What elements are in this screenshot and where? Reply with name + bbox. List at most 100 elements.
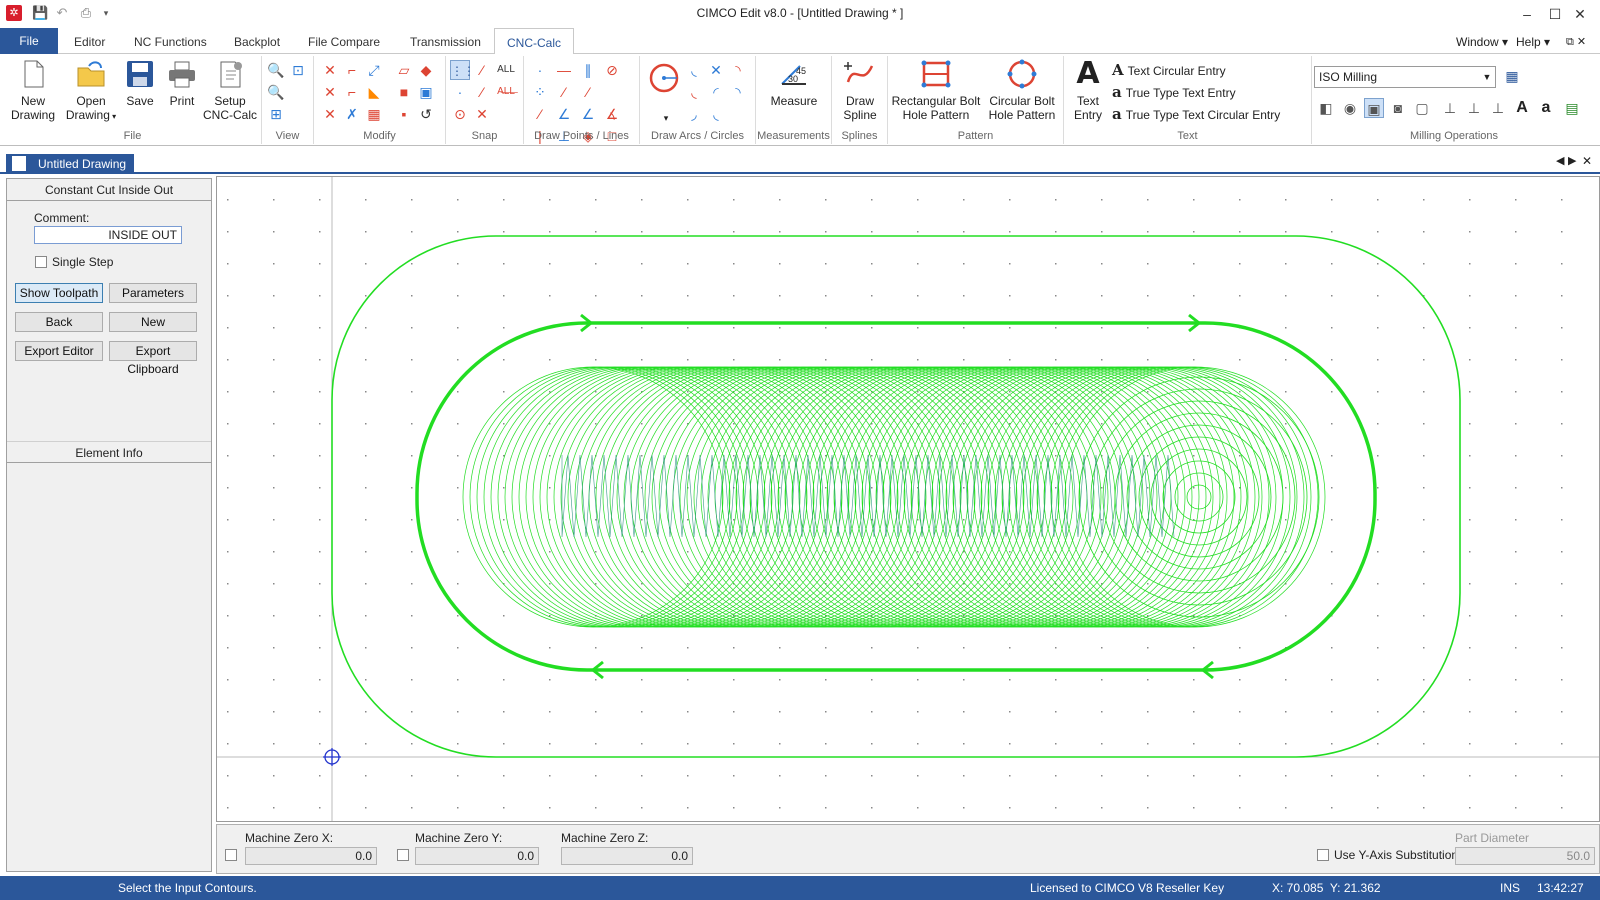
angle-line-icon[interactable]: ∠ — [554, 104, 574, 124]
zoom-window-icon[interactable]: ⊡ — [288, 60, 308, 80]
arc-tangent-icon[interactable]: ◟ — [684, 60, 704, 80]
open-drawing-button[interactable]: Open Drawing ▾ — [64, 58, 118, 124]
machine-zero-y-checkbox[interactable] — [397, 849, 409, 861]
engrave-truetype-icon[interactable]: a — [1536, 98, 1556, 118]
drawing-svg[interactable] — [217, 177, 1599, 821]
milling-settings-icon[interactable]: ▦ — [1502, 66, 1522, 86]
back-button[interactable]: Back — [15, 312, 103, 332]
milling-type-select[interactable]: ISO Milling ▼ — [1314, 66, 1496, 88]
contour-op-icon[interactable]: ◧ — [1316, 98, 1336, 118]
mdi-restore-icon[interactable]: ⧉ ✕ — [1566, 28, 1586, 54]
bisector-icon[interactable]: ∡ — [602, 104, 622, 124]
angle-line-2-icon[interactable]: ∠ — [578, 104, 598, 124]
points-pattern-icon[interactable]: ⁘ — [530, 82, 550, 102]
pocket-island-icon[interactable]: ◙ — [1388, 98, 1408, 118]
save-button[interactable]: Save — [120, 58, 160, 108]
zoom-in-icon[interactable]: 🔍 — [266, 60, 286, 80]
drill-op-icon[interactable]: ⊥ — [1440, 98, 1460, 118]
circular-bolt-pattern-button[interactable]: Circular Bolt Hole Pattern — [982, 58, 1062, 122]
text-entry-button[interactable]: A Text Entry — [1068, 58, 1108, 123]
pocket-inside-out-icon[interactable]: ▣ — [1364, 98, 1384, 118]
help-menu[interactable]: Help ▾ — [1516, 28, 1550, 54]
close-button[interactable]: ✕ — [1562, 2, 1598, 26]
arc-intersect-icon[interactable]: ✕ — [706, 60, 726, 80]
bore-op-icon[interactable]: ⊥ — [1488, 98, 1508, 118]
circle-dropdown-icon[interactable]: ▾ — [656, 108, 676, 128]
file-tab[interactable]: File — [0, 28, 58, 54]
delete-icon[interactable]: ✕ — [320, 104, 340, 124]
line-two-points-icon[interactable]: ⁄ — [554, 82, 574, 102]
snap-none-icon[interactable]: A̶L̶L̶ — [496, 82, 516, 102]
parallel-line-icon[interactable]: ∥ — [578, 60, 598, 80]
tab-scroll-left-icon[interactable]: ◀ — [1556, 154, 1564, 167]
export-op-icon[interactable]: ▤ — [1562, 98, 1582, 118]
machine-zero-z-field[interactable]: 0.0 — [561, 847, 693, 865]
mirror-icon[interactable]: ▱ — [394, 60, 414, 80]
tab-scroll-right-icon[interactable]: ▶ — [1568, 154, 1576, 167]
stretch-icon[interactable]: ▦ — [364, 104, 384, 124]
comment-input[interactable]: INSIDE OUT — [34, 226, 182, 244]
polar-line-icon[interactable]: ⁄ — [578, 82, 598, 102]
pocket-op-icon[interactable]: ◉ — [1340, 98, 1360, 118]
measure-button[interactable]: 45 30 Measure — [762, 58, 826, 108]
arc-tangent2-icon[interactable]: ◟ — [706, 104, 726, 124]
rotate-icon[interactable]: ↺ — [416, 104, 436, 124]
arc-2pt-icon[interactable]: ◟ — [684, 82, 704, 102]
snap-line-icon[interactable]: ⁄ — [472, 60, 492, 80]
tab-cnc-calc[interactable]: CNC-Calc — [494, 28, 574, 55]
split-icon[interactable]: ✕ — [320, 82, 340, 102]
show-toolpath-button[interactable]: Show Toolpath — [15, 283, 103, 303]
tab-backplot[interactable]: Backplot — [222, 28, 292, 54]
rectangular-bolt-pattern-button[interactable]: Rectangular Bolt Hole Pattern — [890, 58, 982, 122]
zoom-fit-icon[interactable]: ⊞ — [266, 104, 286, 124]
setup-cnc-calc-button[interactable]: Setup CNC-Calc — [200, 58, 260, 122]
document-tab-untitled[interactable]: Untitled Drawing * — [6, 154, 134, 191]
machine-zero-y-field[interactable]: 0.0 — [415, 847, 539, 865]
array-icon[interactable]: ▪ — [394, 104, 414, 124]
text-circular-entry-button[interactable]: A Text Circular Entry — [1112, 60, 1226, 80]
offset-icon[interactable]: ◣ — [364, 82, 384, 102]
tab-file-compare[interactable]: File Compare — [296, 28, 392, 54]
y-axis-substitution-checkbox[interactable] — [1317, 849, 1329, 861]
print-button[interactable]: Print — [162, 58, 202, 108]
scale-icon[interactable]: ▣ — [416, 82, 436, 102]
window-menu[interactable]: Window ▾ — [1456, 28, 1508, 54]
copy-icon[interactable]: ■ — [394, 82, 414, 102]
line-angle-icon[interactable]: ⁄ — [530, 104, 550, 124]
grid-snap-icon[interactable]: ⋮⋮ — [450, 60, 475, 80]
trim-icon[interactable]: ✕ — [320, 60, 340, 80]
export-editor-button[interactable]: Export Editor — [15, 341, 103, 361]
break-icon[interactable]: ✗ — [342, 104, 362, 124]
engrave-text-icon[interactable]: A — [1512, 98, 1532, 118]
fillet-icon[interactable]: ⌐ — [342, 60, 362, 80]
facing-op-icon[interactable]: ▢ — [1412, 98, 1432, 118]
point-icon[interactable]: · — [530, 60, 550, 80]
arc-3pt-icon[interactable]: ◝ — [728, 60, 748, 80]
tangent-line-icon[interactable]: ⊘ — [602, 60, 622, 80]
parameters-button[interactable]: Parameters — [109, 283, 197, 303]
draw-spline-button[interactable]: Draw Spline — [836, 58, 884, 122]
close-document-icon[interactable]: ✕ — [1582, 154, 1592, 168]
zoom-out-icon[interactable]: 🔍 — [266, 82, 286, 102]
move-icon[interactable]: ◆ — [416, 60, 436, 80]
snap-end-icon[interactable]: ⁄ — [472, 82, 492, 102]
new-button[interactable]: New — [109, 312, 197, 332]
machine-zero-x-field[interactable]: 0.0 — [245, 847, 377, 865]
tab-nc-functions[interactable]: NC Functions — [122, 28, 219, 54]
true-type-text-entry-button[interactable]: a True Type Text Entry — [1112, 82, 1236, 102]
tab-editor[interactable]: Editor — [62, 28, 117, 54]
snap-intersection-icon[interactable]: ✕ — [472, 104, 492, 124]
arc-polar-icon[interactable]: ◝ — [728, 82, 748, 102]
single-step-checkbox[interactable] — [35, 256, 47, 268]
horizontal-line-icon[interactable]: — — [554, 60, 574, 80]
circle-center-radius-icon[interactable] — [648, 62, 680, 94]
snap-point-icon[interactable]: · — [450, 82, 470, 102]
tab-transmission[interactable]: Transmission — [398, 28, 493, 54]
snap-center-icon[interactable]: ⊙ — [450, 104, 470, 124]
arc-fillet-icon[interactable]: ◞ — [684, 104, 704, 124]
true-type-circular-entry-button[interactable]: a True Type Text Circular Entry — [1112, 104, 1280, 124]
chamfer-icon[interactable]: ⌐ — [342, 82, 362, 102]
arc-endpoints-icon[interactable]: ◜ — [706, 82, 726, 102]
extend-icon[interactable]: ⤢ — [364, 60, 384, 80]
tap-op-icon[interactable]: ⊥ — [1464, 98, 1484, 118]
